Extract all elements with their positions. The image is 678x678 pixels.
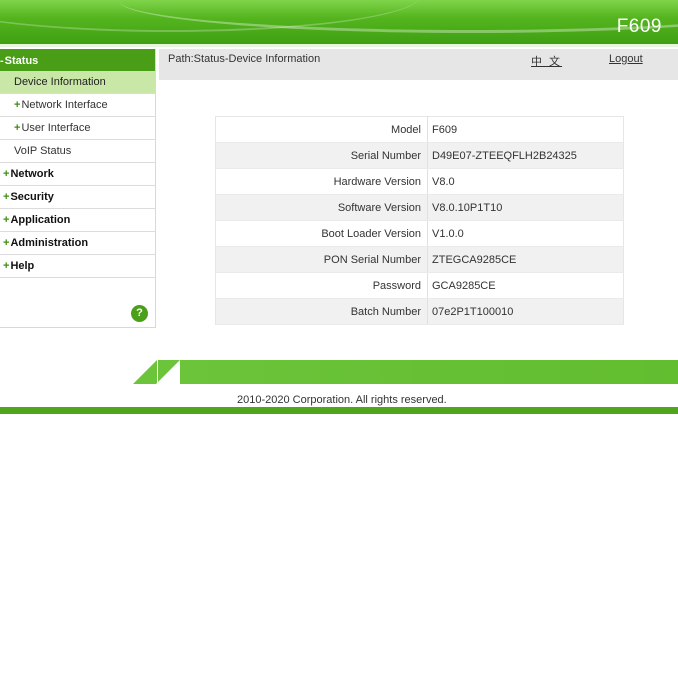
sidebar-item-label: Status bbox=[4, 55, 39, 67]
row-value-model: F609 bbox=[427, 116, 624, 143]
row-value-software-version: V8.0.10P1T10 bbox=[427, 194, 624, 221]
row-label-password: Password bbox=[215, 272, 428, 299]
sidebar-item-user-interface[interactable]: +User Interface bbox=[0, 117, 155, 140]
sidebar-item-label: User Interface bbox=[21, 122, 91, 134]
footer-accent bbox=[133, 360, 157, 384]
sidebar-item-voip-status[interactable]: VoIP Status bbox=[0, 140, 155, 163]
collapse-sign: - bbox=[0, 55, 4, 67]
row-label-serial-number: Serial Number bbox=[215, 142, 428, 169]
table-row: Boot Loader Version V1.0.0 bbox=[215, 220, 624, 247]
table-row: Batch Number 07e2P1T100010 bbox=[215, 298, 624, 325]
row-label-batch-number: Batch Number bbox=[215, 298, 428, 325]
sidebar-item-label: Security bbox=[10, 191, 54, 203]
sidebar-item-label: Device Information bbox=[14, 76, 106, 88]
row-value-serial-number: D49E07-ZTEEQFLH2B24325 bbox=[427, 142, 624, 169]
sidebar-item-security[interactable]: +Security bbox=[0, 186, 155, 209]
copyright-text: 2010-2020 Corporation. All rights reserv… bbox=[237, 394, 447, 406]
header-banner: F609 bbox=[0, 0, 678, 44]
sidebar-item-network[interactable]: +Network bbox=[0, 163, 155, 186]
sidebar-item-network-interface[interactable]: +Network Interface bbox=[0, 94, 155, 117]
sidebar-item-label: Network bbox=[10, 168, 54, 180]
footer-divider bbox=[0, 407, 678, 414]
device-info-table: Model F609 Serial Number D49E07-ZTEEQFLH… bbox=[215, 116, 624, 325]
header-divider bbox=[0, 44, 678, 47]
sidebar-item-application[interactable]: +Application bbox=[0, 209, 155, 232]
table-row: Software Version V8.0.10P1T10 bbox=[215, 194, 624, 221]
logout-link[interactable]: Logout bbox=[609, 53, 643, 65]
row-value-hardware-version: V8.0 bbox=[427, 168, 624, 195]
table-row: PON Serial Number ZTEGCA9285CE bbox=[215, 246, 624, 273]
model-title: F609 bbox=[616, 16, 662, 37]
sidebar-item-help[interactable]: +Help bbox=[0, 255, 155, 278]
sidebar-item-administration[interactable]: +Administration bbox=[0, 232, 155, 255]
expand-sign: + bbox=[14, 122, 21, 134]
table-row: Password GCA9285CE bbox=[215, 272, 624, 299]
row-value-password: GCA9285CE bbox=[427, 272, 624, 299]
breadcrumb: Path:Status-Device Information bbox=[168, 53, 321, 65]
row-value-pon-serial-number: ZTEGCA9285CE bbox=[427, 246, 624, 273]
row-value-batch-number: 07e2P1T100010 bbox=[427, 298, 624, 325]
row-label-model: Model bbox=[215, 116, 428, 143]
expand-sign: + bbox=[3, 191, 10, 203]
footer-accent bbox=[158, 360, 678, 384]
sidebar-item-label: Application bbox=[10, 214, 71, 226]
sidebar-item-label: Help bbox=[10, 260, 35, 272]
sidebar-item-status[interactable]: -Status bbox=[0, 49, 155, 71]
sidebar: -Status Device Information +Network Inte… bbox=[0, 49, 156, 328]
expand-sign: + bbox=[3, 168, 10, 180]
sidebar-item-device-information[interactable]: Device Information bbox=[0, 71, 155, 94]
footer-accent bbox=[156, 360, 180, 384]
row-label-hardware-version: Hardware Version bbox=[215, 168, 428, 195]
help-icon[interactable]: ? bbox=[131, 305, 148, 322]
sidebar-item-label: Administration bbox=[10, 237, 89, 249]
table-row: Serial Number D49E07-ZTEEQFLH2B24325 bbox=[215, 142, 624, 169]
expand-sign: + bbox=[3, 214, 10, 226]
expand-sign: + bbox=[14, 99, 21, 111]
language-switch-link[interactable]: 中 文 bbox=[531, 53, 562, 69]
sidebar-item-label: Network Interface bbox=[21, 99, 108, 111]
row-label-boot-loader-version: Boot Loader Version bbox=[215, 220, 428, 247]
table-row: Model F609 bbox=[215, 116, 624, 143]
expand-sign: + bbox=[3, 237, 10, 249]
footer-band bbox=[0, 360, 678, 384]
breadcrumb-bar: Path:Status-Device Information 中 文 Logou… bbox=[159, 49, 678, 80]
row-value-boot-loader-version: V1.0.0 bbox=[427, 220, 624, 247]
row-label-pon-serial-number: PON Serial Number bbox=[215, 246, 428, 273]
expand-sign: + bbox=[3, 260, 10, 272]
row-label-software-version: Software Version bbox=[215, 194, 428, 221]
sidebar-item-label: VoIP Status bbox=[14, 145, 72, 157]
table-row: Hardware Version V8.0 bbox=[215, 168, 624, 195]
